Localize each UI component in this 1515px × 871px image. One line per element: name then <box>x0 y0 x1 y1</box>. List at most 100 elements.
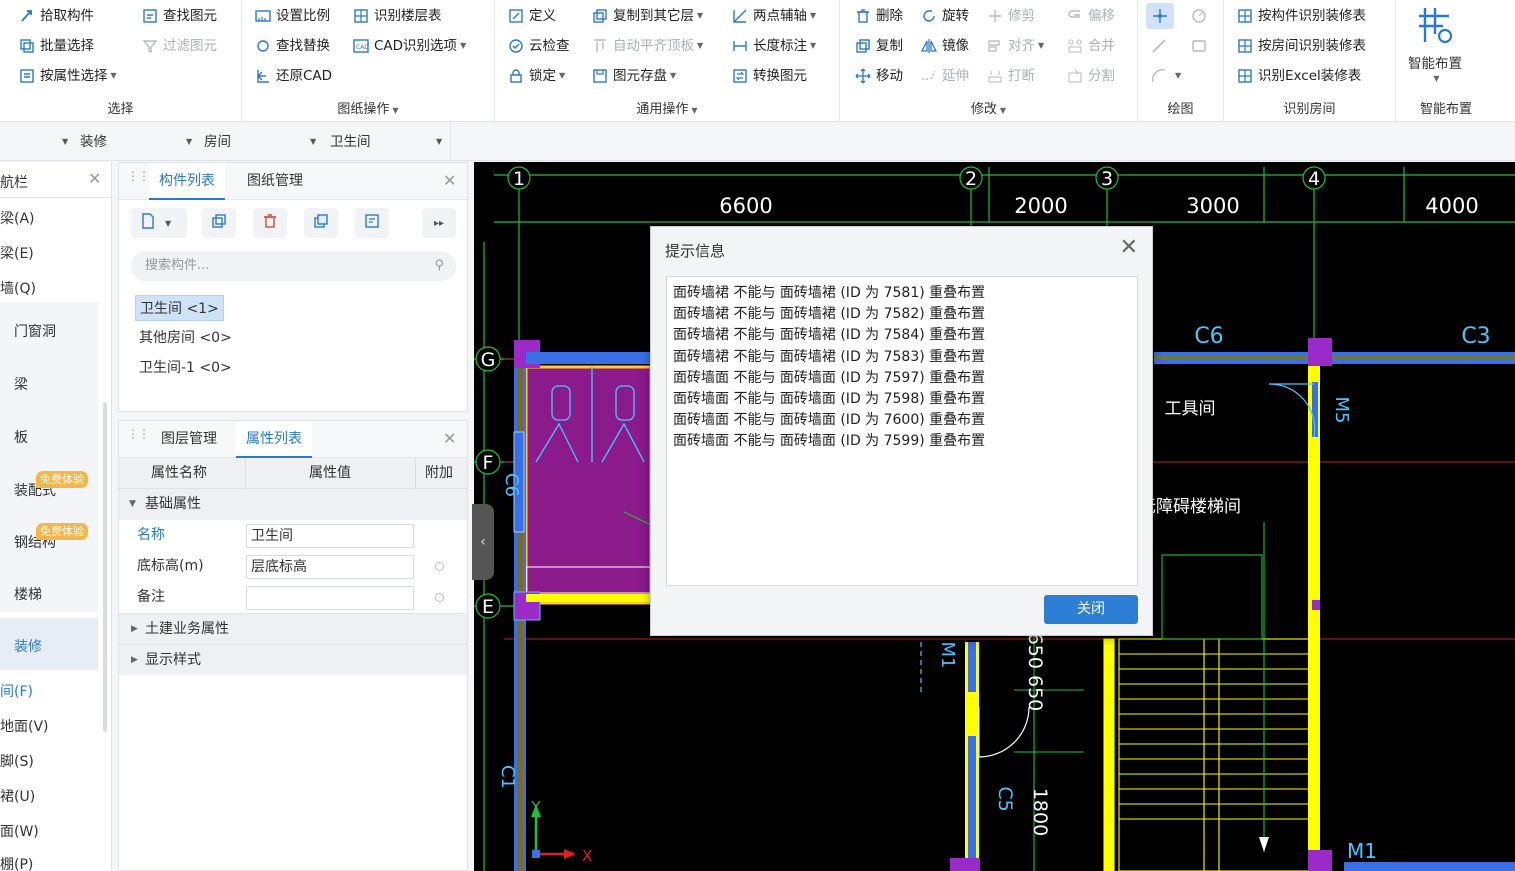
group-title-modify[interactable]: 修改 ▼ <box>840 98 1137 117</box>
find-replace-button[interactable]: 查找替换 <box>254 35 330 57</box>
nav-item-ceiling[interactable]: 棚(P) <box>0 854 33 871</box>
filter-combo-type[interactable]: 房间 ▼ <box>204 131 320 153</box>
break-button[interactable]: 打断 <box>986 65 1035 87</box>
auto-align-top-button[interactable]: 自动平齐顶板 ▼ <box>591 35 703 57</box>
axis-label-g: G <box>481 349 496 371</box>
draw-point-button[interactable] <box>1146 3 1174 29</box>
copy-component-button[interactable] <box>202 208 236 238</box>
filter-element-button[interactable]: 过滤图元 <box>141 35 217 57</box>
nav-item-dado[interactable]: 裙(U) <box>0 786 35 806</box>
tab-property-list[interactable]: 属性列表 <box>236 421 312 458</box>
property-row-bottom-elevation: 底标高(m) 层底标高 <box>119 551 467 582</box>
extend-button[interactable]: 延伸 <box>920 65 969 87</box>
property-value-name-input[interactable]: 卫生间 <box>246 524 414 548</box>
property-group-display[interactable]: ▶ 显示样式 <box>119 644 467 675</box>
close-icon[interactable]: ✕ <box>88 169 101 188</box>
property-value-remark-input[interactable] <box>246 586 414 610</box>
two-point-axis-button[interactable]: 两点辅轴 ▼ <box>731 5 816 27</box>
line-draw-icon <box>1150 37 1168 55</box>
copy-to-other-floor-button[interactable]: 复制到其它层 ▼ <box>591 5 703 27</box>
extra-checkbox[interactable] <box>435 562 444 571</box>
merge-button[interactable]: 合并 <box>1066 35 1115 57</box>
drag-handle-icon[interactable]: ⋮⋮ <box>127 170 150 182</box>
drag-handle-icon[interactable]: ⋮⋮ <box>127 428 150 440</box>
dialog-message-list[interactable]: 面砖墙裙 不能与 面砖墙裙 (ID 为 7581) 重叠布置 面砖墙裙 不能与 … <box>666 276 1138 586</box>
nav-category-decoration[interactable]: 装修 <box>14 636 42 656</box>
cloud-check-button[interactable]: 云检查 <box>507 35 570 57</box>
collapse-panel-handle[interactable]: ‹ <box>472 504 494 580</box>
close-icon[interactable]: ✕ <box>443 429 456 448</box>
move-button[interactable]: 移动 <box>854 65 903 87</box>
nav-category-openings[interactable]: 门窗洞 <box>14 321 56 341</box>
recognize-floor-table-button[interactable]: 识别楼层表 <box>352 5 442 27</box>
dialog-close-button[interactable]: 关闭 <box>1044 595 1138 624</box>
set-scale-button[interactable]: 设置比例 <box>254 5 330 27</box>
dialog-close-icon[interactable]: ✕ <box>1120 236 1138 260</box>
tab-layer-management[interactable]: 图层管理 <box>151 421 227 458</box>
filter-combo-category[interactable]: 装修 ▼ <box>80 131 196 153</box>
define-button[interactable]: 定义 <box>507 5 556 27</box>
nav-item-floor[interactable]: 地面(V) <box>0 716 49 736</box>
group-title-common-ops[interactable]: 通用操作 ▼ <box>495 98 839 117</box>
nav-item-room[interactable]: 间(F) <box>0 681 33 701</box>
extra-checkbox[interactable] <box>435 593 444 602</box>
draw-arc-button[interactable]: ▼ <box>1150 65 1181 87</box>
split-button[interactable]: 分割 <box>1066 65 1115 87</box>
nav-item[interactable]: 墙(Q) <box>0 278 36 298</box>
smart-layout-button[interactable]: 智能布置 ▼ <box>1404 4 1466 83</box>
tab-component-list[interactable]: 构件列表 <box>149 163 225 200</box>
batch-select-button[interactable]: 批量选择 <box>18 35 94 57</box>
ucs-y-label: Y <box>530 798 541 816</box>
trim-button[interactable]: 修剪 <box>986 5 1035 27</box>
group-title-drawing-ops[interactable]: 图纸操作 ▼ <box>242 98 494 117</box>
delete-button[interactable]: 删除 <box>854 5 903 27</box>
length-dimension-button[interactable]: 长度标注 ▼ <box>731 35 816 57</box>
recognize-by-component-button[interactable]: 按构件识别装修表 <box>1236 5 1366 27</box>
filter-combo-component[interactable]: 卫生间 ▼ <box>330 131 446 153</box>
duplicate-component-button[interactable] <box>304 208 338 238</box>
ribbon-group-common-ops: 定义 复制到其它层 ▼ 两点辅轴 ▼ 云检查 自动平齐顶板 ▼ 长度标注 ▼ 锁… <box>495 0 840 122</box>
pick-component-button[interactable]: 拾取构件 <box>18 5 94 27</box>
component-properties-button[interactable] <box>355 208 389 238</box>
search-icon[interactable]: ⚲ <box>434 251 444 281</box>
save-elements-button[interactable]: 图元存盘 ▼ <box>591 65 676 87</box>
draw-circle-button[interactable] <box>1190 5 1212 27</box>
nav-category-beam[interactable]: 梁 <box>14 374 28 394</box>
recognize-by-room-button[interactable]: 按房间识别装修表 <box>1236 35 1366 57</box>
mirror-button[interactable]: 镜像 <box>920 35 969 57</box>
find-element-button[interactable]: 查找图元 <box>141 5 217 27</box>
align-button[interactable]: 对齐 ▼ <box>986 35 1044 57</box>
nav-item[interactable]: 梁(A) <box>0 208 35 228</box>
copy-button[interactable]: 复制 <box>854 35 903 57</box>
nav-item[interactable]: 梁(E) <box>0 243 34 263</box>
tab-drawing-management[interactable]: 图纸管理 <box>237 163 313 200</box>
search-component-input[interactable]: 搜索构件... ⚲ <box>131 251 456 281</box>
offset-button[interactable]: 偏移 <box>1066 5 1115 27</box>
select-by-attribute-button[interactable]: 按属性选择 ▼ <box>18 65 117 87</box>
nav-category-stairs[interactable]: 楼梯 <box>14 584 42 604</box>
property-group-civil[interactable]: ▶ 土建业务属性 <box>119 613 467 644</box>
nav-item-wall-surface[interactable]: 面(W) <box>0 821 39 841</box>
rotate-button[interactable]: 旋转 <box>920 5 969 27</box>
nav-category-slab[interactable]: 板 <box>14 427 28 447</box>
component-list-item[interactable]: 卫生间-1 <0> <box>135 355 236 381</box>
more-tools-button[interactable]: ▸▸ <box>422 208 456 238</box>
convert-element-button[interactable]: 转换图元 <box>731 65 807 87</box>
close-icon[interactable]: ✕ <box>443 171 456 190</box>
recognize-excel-button[interactable]: 识别Excel装修表 <box>1236 65 1361 87</box>
nav-scrollbar[interactable] <box>103 402 107 732</box>
nav-item-skirting[interactable]: 脚(S) <box>0 751 34 771</box>
draw-line-button[interactable] <box>1150 35 1172 57</box>
delete-component-button[interactable] <box>253 208 287 238</box>
component-list-item[interactable]: 其他房间 <0> <box>135 325 236 351</box>
lock-button[interactable]: 锁定 ▼ <box>507 65 565 87</box>
property-value-elevation-input[interactable]: 层底标高 <box>246 555 414 579</box>
new-component-button[interactable]: ▼ <box>131 208 187 238</box>
component-list-item[interactable]: 卫生间 <1> <box>135 295 224 321</box>
draw-rectangle-button[interactable] <box>1190 35 1212 57</box>
group-title-smart-layout: 智能布置 <box>1419 102 1472 117</box>
cad-options-button[interactable]: CAD CAD识别选项 ▼ <box>352 35 466 57</box>
filter-combo-floor[interactable]: ▼ <box>0 131 72 153</box>
restore-cad-button[interactable]: 还原CAD <box>254 65 332 87</box>
property-group-basic[interactable]: ▼ 基础属性 <box>119 489 467 520</box>
